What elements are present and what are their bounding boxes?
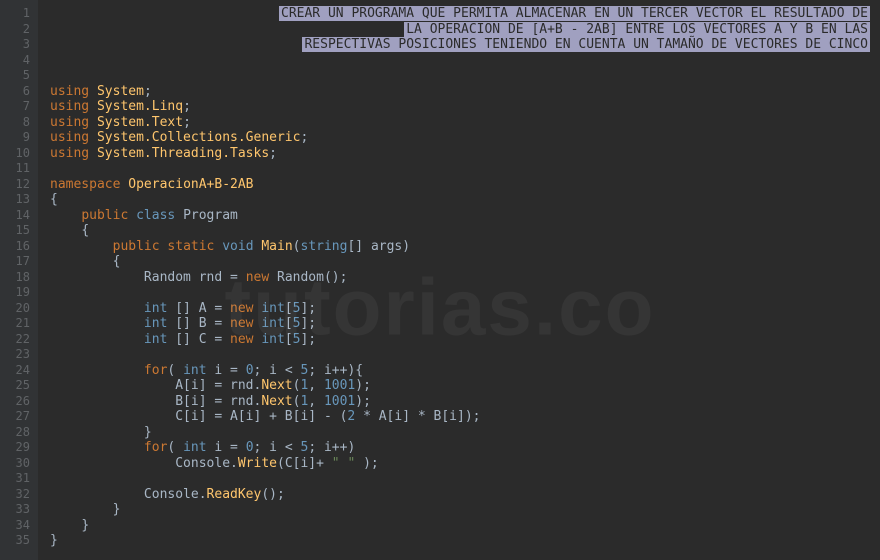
code-line[interactable]: public static void Main(string[] args) — [50, 239, 880, 255]
line-number: 21 — [0, 316, 30, 332]
line-number: 11 — [0, 161, 30, 177]
code-line[interactable]: Console.Write(C[i]+ " " ); — [50, 456, 880, 472]
line-number: 27 — [0, 409, 30, 425]
code-line[interactable]: } — [50, 502, 880, 518]
code-line[interactable]: for( int i = 0; i < 5; i++) — [50, 440, 880, 456]
code-line[interactable]: using System; — [50, 84, 880, 100]
selected-comment: CREAR UN PROGRAMA QUE PERMITA ALMACENAR … — [279, 6, 870, 21]
line-number: 29 — [0, 440, 30, 456]
code-line[interactable]: RESPECTIVAS POSICIONES TENIENDO EN CUENT… — [50, 37, 880, 53]
line-number: 30 — [0, 456, 30, 472]
selected-comment: LA OPERACION DE [A+B - 2AB] ENTRE LOS VE… — [404, 22, 870, 37]
line-number: 6 — [0, 84, 30, 100]
code-line[interactable]: } — [50, 425, 880, 441]
line-number: 22 — [0, 332, 30, 348]
code-line[interactable]: { — [50, 254, 880, 270]
code-line[interactable]: LA OPERACION DE [A+B - 2AB] ENTRE LOS VE… — [50, 22, 880, 38]
code-line[interactable] — [50, 471, 880, 487]
line-number: 34 — [0, 518, 30, 534]
code-line[interactable]: for( int i = 0; i < 5; i++){ — [50, 363, 880, 379]
line-number: 13 — [0, 192, 30, 208]
line-number: 16 — [0, 239, 30, 255]
line-number: 4 — [0, 53, 30, 69]
line-number: 8 — [0, 115, 30, 131]
code-line[interactable]: int [] A = new int[5]; — [50, 301, 880, 317]
line-number-gutter: 1 2 3 4 5 6 7 8 9 10 11 12 13 14 15 16 1… — [0, 0, 38, 560]
line-number: 28 — [0, 425, 30, 441]
code-line[interactable]: } — [50, 533, 880, 549]
line-number: 10 — [0, 146, 30, 162]
code-line[interactable]: { — [50, 223, 880, 239]
code-line[interactable]: using System.Text; — [50, 115, 880, 131]
code-line[interactable]: using System.Threading.Tasks; — [50, 146, 880, 162]
code-line[interactable]: } — [50, 518, 880, 534]
line-number: 18 — [0, 270, 30, 286]
line-number: 3 — [0, 37, 30, 53]
line-number: 12 — [0, 177, 30, 193]
code-line[interactable]: C[i] = A[i] + B[i] - (2 * A[i] * B[i]); — [50, 409, 880, 425]
line-number: 25 — [0, 378, 30, 394]
code-line[interactable]: public class Program — [50, 208, 880, 224]
code-line[interactable] — [50, 347, 880, 363]
line-number: 26 — [0, 394, 30, 410]
line-number: 32 — [0, 487, 30, 503]
code-line[interactable] — [50, 53, 880, 69]
line-number: 35 — [0, 533, 30, 549]
line-number: 20 — [0, 301, 30, 317]
code-line[interactable] — [50, 68, 880, 84]
code-editor[interactable]: 1 2 3 4 5 6 7 8 9 10 11 12 13 14 15 16 1… — [0, 0, 880, 560]
code-line[interactable]: using System.Linq; — [50, 99, 880, 115]
code-line[interactable]: A[i] = rnd.Next(1, 1001); — [50, 378, 880, 394]
line-number: 1 — [0, 6, 30, 22]
line-number: 14 — [0, 208, 30, 224]
line-number: 31 — [0, 471, 30, 487]
code-line[interactable]: { — [50, 192, 880, 208]
code-line[interactable]: int [] C = new int[5]; — [50, 332, 880, 348]
line-number: 7 — [0, 99, 30, 115]
code-line[interactable]: Console.ReadKey(); — [50, 487, 880, 503]
code-line[interactable]: Random rnd = new Random(); — [50, 270, 880, 286]
selected-comment: RESPECTIVAS POSICIONES TENIENDO EN CUENT… — [302, 37, 870, 52]
line-number: 9 — [0, 130, 30, 146]
line-number: 23 — [0, 347, 30, 363]
code-line[interactable]: CREAR UN PROGRAMA QUE PERMITA ALMACENAR … — [50, 6, 880, 22]
line-number: 33 — [0, 502, 30, 518]
line-number: 15 — [0, 223, 30, 239]
code-line[interactable]: B[i] = rnd.Next(1, 1001); — [50, 394, 880, 410]
code-line[interactable] — [50, 285, 880, 301]
line-number: 17 — [0, 254, 30, 270]
code-line[interactable]: using System.Collections.Generic; — [50, 130, 880, 146]
code-line[interactable]: namespace OperacionA+B-2AB — [50, 177, 880, 193]
code-line[interactable]: int [] B = new int[5]; — [50, 316, 880, 332]
line-number: 2 — [0, 22, 30, 38]
code-area[interactable]: CREAR UN PROGRAMA QUE PERMITA ALMACENAR … — [38, 0, 880, 560]
line-number: 24 — [0, 363, 30, 379]
line-number: 19 — [0, 285, 30, 301]
code-line[interactable] — [50, 161, 880, 177]
line-number: 5 — [0, 68, 30, 84]
